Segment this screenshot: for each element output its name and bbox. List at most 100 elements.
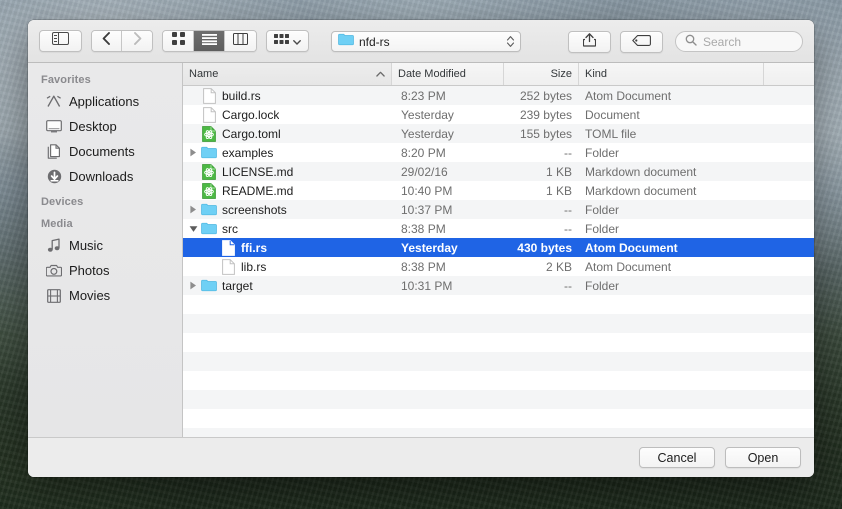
sidebar-item-label: Applications: [69, 94, 139, 109]
dialog-footer: Cancel Open: [28, 437, 814, 477]
view-as-columns-button[interactable]: [225, 31, 256, 51]
sidebar-item-desktop[interactable]: Desktop: [28, 114, 182, 139]
cell-kind: Folder: [579, 146, 764, 160]
cancel-button[interactable]: Cancel: [639, 447, 715, 468]
navigation-segmented-control[interactable]: [91, 30, 153, 52]
cell-size: 1 KB: [504, 165, 579, 179]
table-row[interactable]: Cargo.tomlYesterday155 bytesTOML file: [183, 124, 814, 143]
column-header-name[interactable]: Name: [183, 63, 392, 85]
cell-kind: Folder: [579, 203, 764, 217]
cell-date: 8:38 PM: [392, 260, 504, 274]
search-field[interactable]: Search: [675, 31, 803, 52]
cell-size: --: [504, 279, 579, 293]
disclosure-triangle-closed[interactable]: [185, 205, 201, 214]
cell-name: build.rs: [183, 88, 392, 104]
sidebar-item-label: Documents: [69, 144, 135, 159]
share-button[interactable]: [568, 31, 611, 53]
open-file-dialog-window: nfd-rs: [28, 20, 814, 477]
cell-size: 1 KB: [504, 184, 579, 198]
cell-kind: Markdown document: [579, 165, 764, 179]
cell-size: 239 bytes: [504, 108, 579, 122]
arrange-by-button[interactable]: [266, 30, 309, 52]
cell-name: target: [183, 278, 392, 294]
sidebar-item-label: Photos: [69, 263, 109, 278]
desktop-icon: [46, 119, 62, 135]
cell-name: lib.rs: [183, 259, 392, 275]
cell-kind: Atom Document: [579, 260, 764, 274]
table-row[interactable]: build.rs8:23 PM252 bytesAtom Document: [183, 86, 814, 105]
view-mode-segmented-control[interactable]: [162, 30, 257, 52]
toolbar-right-group: [568, 31, 663, 53]
cell-size: 430 bytes: [504, 241, 579, 255]
chevron-right-icon: [133, 32, 142, 50]
blank-document-icon: [201, 107, 217, 123]
sort-ascending-icon: [376, 68, 385, 80]
table-row[interactable]: target10:31 PM--Folder: [183, 276, 814, 295]
cell-name: ffi.rs: [183, 240, 392, 256]
cell-kind: Folder: [579, 279, 764, 293]
open-button[interactable]: Open: [725, 447, 801, 468]
tags-button[interactable]: [620, 31, 663, 53]
column-header-size[interactable]: Size: [504, 63, 579, 85]
sidebar-toggle-icon: [52, 32, 69, 50]
empty-row: [183, 352, 814, 371]
column-header-label: Kind: [585, 68, 607, 80]
cell-date: 29/02/16: [392, 165, 504, 179]
folder-icon: [201, 202, 217, 218]
cell-date: 8:23 PM: [392, 89, 504, 103]
cell-kind: TOML file: [579, 127, 764, 141]
sidebar-section-header-favorites: Favorites: [28, 67, 182, 89]
column-header-kind[interactable]: Kind: [579, 63, 764, 85]
column-header-row[interactable]: NameDate Modified Size Kind: [183, 63, 814, 86]
table-row[interactable]: Cargo.lockYesterday239 bytesDocument: [183, 105, 814, 124]
chevron-down-icon: [293, 32, 301, 50]
table-row[interactable]: README.md10:40 PM1 KBMarkdown document: [183, 181, 814, 200]
cell-name: README.md: [183, 183, 392, 199]
cell-kind: Markdown document: [579, 184, 764, 198]
view-as-icons-button[interactable]: [163, 31, 194, 51]
sidebar-item-downloads[interactable]: Downloads: [28, 164, 182, 189]
music-icon: [46, 238, 62, 254]
file-rows[interactable]: build.rs8:23 PM252 bytesAtom DocumentCar…: [183, 86, 814, 437]
table-row[interactable]: examples8:20 PM--Folder: [183, 143, 814, 162]
column-header-label: Size: [551, 68, 572, 80]
table-row[interactable]: lib.rs8:38 PM2 KBAtom Document: [183, 257, 814, 276]
sidebar-toggle-button[interactable]: [39, 30, 82, 52]
disclosure-triangle-closed[interactable]: [185, 281, 201, 290]
table-row[interactable]: screenshots10:37 PM--Folder: [183, 200, 814, 219]
view-as-list-button[interactable]: [194, 31, 225, 51]
folder-icon: [201, 278, 217, 294]
column-header-spacer: [764, 63, 814, 85]
cell-name: Cargo.lock: [183, 107, 392, 123]
empty-row: [183, 409, 814, 428]
file-name-label: lib.rs: [241, 260, 266, 274]
sidebar-item-music[interactable]: Music: [28, 233, 182, 258]
cell-date: Yesterday: [392, 108, 504, 122]
search-icon: [685, 33, 697, 51]
table-row[interactable]: ffi.rsYesterday430 bytesAtom Document: [183, 238, 814, 257]
downloads-icon: [46, 169, 62, 185]
file-name-label: README.md: [222, 184, 293, 198]
cell-date: 10:37 PM: [392, 203, 504, 217]
disclosure-triangle-closed[interactable]: [185, 148, 201, 157]
disclosure-triangle-open[interactable]: [185, 225, 201, 233]
cell-name: LICENSE.md: [183, 164, 392, 180]
table-row[interactable]: src8:38 PM--Folder: [183, 219, 814, 238]
sidebar-item-documents[interactable]: Documents: [28, 139, 182, 164]
cell-name: screenshots: [183, 202, 392, 218]
cell-kind: Atom Document: [579, 89, 764, 103]
path-popup-button[interactable]: nfd-rs: [331, 31, 521, 52]
sidebar-item-movies[interactable]: Movies: [28, 283, 182, 308]
atom-document-icon: [201, 126, 217, 142]
back-button[interactable]: [92, 31, 122, 51]
sidebar-section-header-media: Media: [28, 211, 182, 233]
empty-row: [183, 295, 814, 314]
forward-button[interactable]: [122, 31, 152, 51]
sidebar-item-photos[interactable]: Photos: [28, 258, 182, 283]
table-row[interactable]: LICENSE.md29/02/161 KBMarkdown document: [183, 162, 814, 181]
applications-icon: [46, 94, 62, 110]
column-header-date[interactable]: Date Modified: [392, 63, 504, 85]
file-name-label: ffi.rs: [241, 241, 267, 255]
sidebar-item-applications[interactable]: Applications: [28, 89, 182, 114]
cell-name: src: [183, 221, 392, 237]
